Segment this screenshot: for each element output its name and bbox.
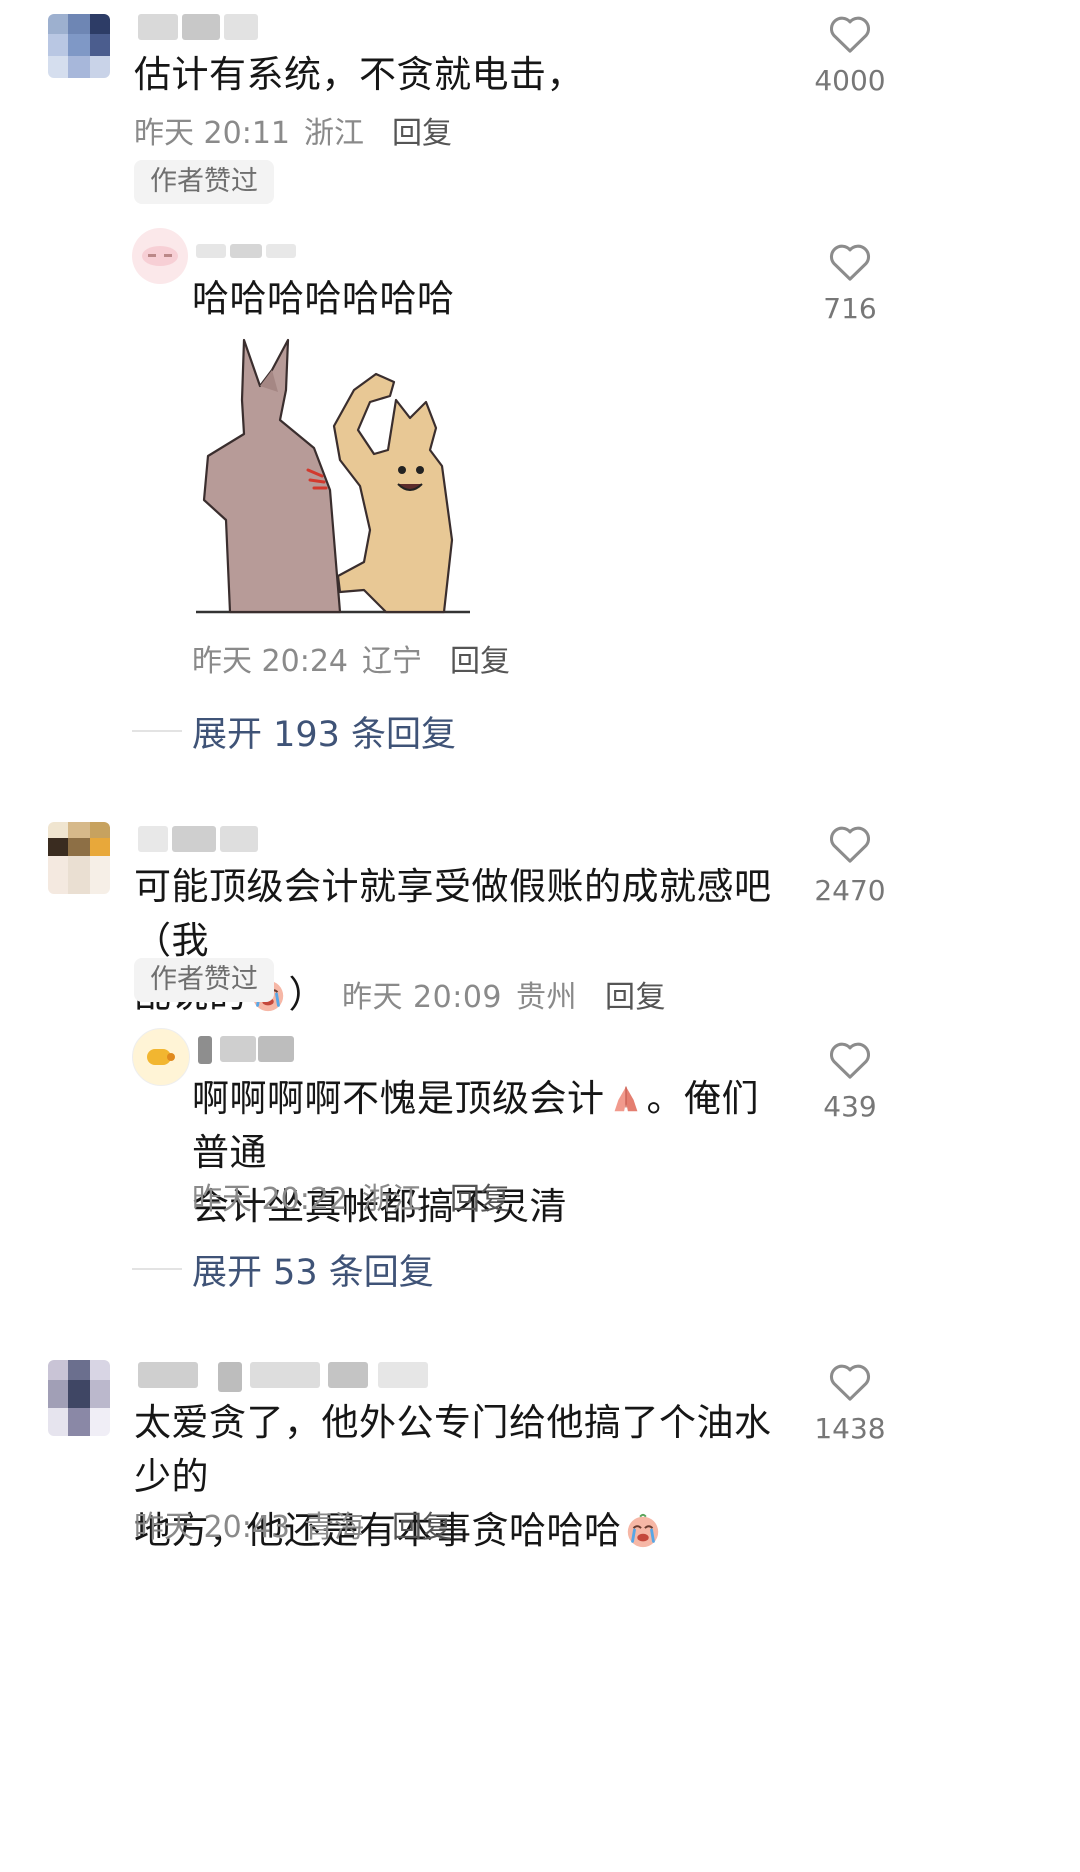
reply-meta: 昨天 20:22 浙江 回复: [192, 1174, 510, 1218]
meme-image[interactable]: [190, 330, 480, 620]
expand-replies-button[interactable]: 展开 193 条回复: [192, 706, 456, 757]
like-count: 439: [823, 1090, 877, 1123]
comment-meta: 昨天 20:11 浙江 回复: [134, 108, 452, 152]
divider: [132, 730, 182, 732]
reply-meta: 昨天 20:24 辽宁 回复: [192, 636, 510, 680]
username-blurred[interactable]: [138, 826, 258, 852]
reply-text-line1: 啊啊啊啊不愧是顶级会计: [192, 1077, 605, 1120]
avatar[interactable]: [48, 1360, 110, 1436]
comment-time: 昨天 20:11: [134, 116, 290, 151]
crying-face-emoji: [627, 1513, 658, 1548]
comment-text-tail: ）: [288, 973, 326, 1016]
comment-location: 青海: [304, 1510, 364, 1545]
avatar[interactable]: [48, 14, 110, 78]
avatar[interactable]: [48, 822, 110, 894]
reply-text: 哈哈哈哈哈哈哈: [192, 277, 455, 320]
like-button[interactable]: 1438: [800, 1360, 900, 1445]
divider: [132, 1268, 182, 1270]
reply-button[interactable]: 回复: [392, 1510, 452, 1545]
reply-button[interactable]: 回复: [392, 116, 452, 151]
like-button[interactable]: 2470: [800, 822, 900, 907]
comment-text-line1: 太爱贪了，他外公专门给他搞了个油水少的: [134, 1401, 772, 1498]
heart-outline-icon[interactable]: [827, 240, 873, 282]
author-liked-badge: 作者赞过: [134, 160, 274, 204]
comment-meta: 昨天 20:43 青海 回复: [134, 1502, 452, 1546]
like-button[interactable]: 4000: [800, 12, 900, 97]
heart-outline-icon[interactable]: [827, 1360, 873, 1402]
username-blurred[interactable]: [138, 14, 258, 40]
like-button[interactable]: 716: [800, 240, 900, 325]
username-blurred[interactable]: [138, 1362, 438, 1392]
heart-outline-icon[interactable]: [827, 12, 873, 54]
reply-time: 昨天 20:24: [192, 644, 348, 679]
comment-text: 估计有系统，不贪就电击，: [134, 53, 584, 96]
expand-replies-button[interactable]: 展开 53 条回复: [192, 1244, 434, 1295]
like-count: 716: [823, 292, 877, 325]
comment-time: 昨天 20:43: [134, 1510, 290, 1545]
reply-location: 辽宁: [362, 644, 422, 679]
like-count: 4000: [814, 64, 886, 97]
avatar[interactable]: [132, 228, 188, 284]
reply-button[interactable]: 回复: [450, 1182, 510, 1217]
heart-outline-icon[interactable]: [827, 822, 873, 864]
reply-button[interactable]: 回复: [605, 980, 666, 1015]
praying-hands-emoji: [614, 1086, 637, 1112]
reply-location: 浙江: [362, 1182, 422, 1217]
like-count: 2470: [814, 874, 886, 907]
comment-text-line1: 可能顶级会计就享受做假账的成就感吧（我: [134, 865, 772, 962]
reply-button[interactable]: 回复: [450, 644, 510, 679]
comment-location: 浙江: [304, 116, 364, 151]
comment-location: 贵州: [516, 980, 577, 1015]
username-blurred[interactable]: [198, 1036, 294, 1064]
comment-time: 昨天 20:09: [342, 980, 502, 1015]
reply-time: 昨天 20:22: [192, 1182, 348, 1217]
comment-meta: 昨天 20:09 贵州 回复: [342, 980, 666, 1015]
author-liked-badge: 作者赞过: [134, 958, 274, 1002]
username-blurred[interactable]: [196, 236, 296, 262]
like-count: 1438: [814, 1412, 886, 1445]
heart-outline-icon[interactable]: [827, 1038, 873, 1080]
like-button[interactable]: 439: [800, 1038, 900, 1123]
avatar[interactable]: [132, 1028, 190, 1086]
